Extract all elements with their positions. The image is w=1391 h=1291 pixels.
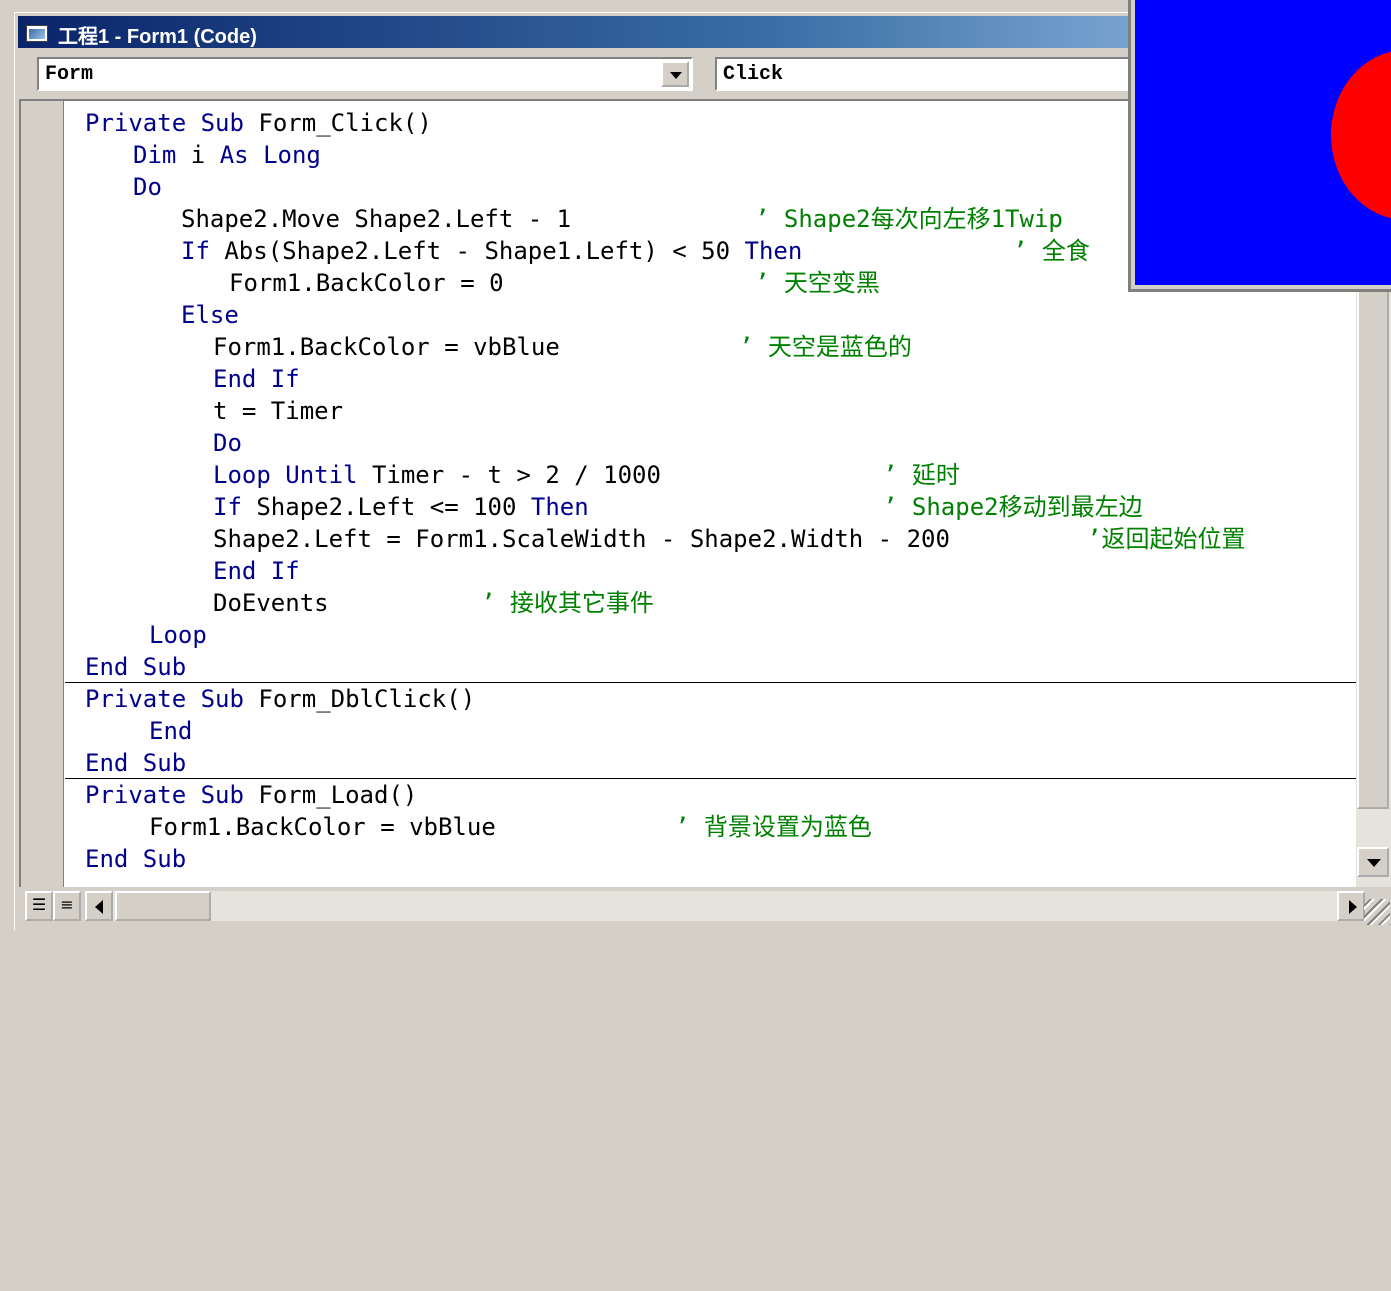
keyword: End Sub bbox=[85, 749, 187, 777]
keyword: Do bbox=[213, 429, 242, 457]
window-title: 工程1 - Form1 (Code) bbox=[58, 26, 257, 48]
code-text-segment: Form_Load() bbox=[243, 781, 418, 809]
code-text-segment: Form1.BackColor = vbBlue bbox=[149, 813, 496, 841]
keyword: Else bbox=[181, 301, 239, 329]
code-line: Loop bbox=[149, 619, 207, 651]
code-line: Do bbox=[213, 427, 242, 459]
horizontal-scrollbar[interactable] bbox=[85, 891, 1365, 921]
code-line: End Sub bbox=[85, 843, 186, 875]
procedure-dropdown[interactable]: Click bbox=[715, 57, 1135, 91]
code-line: End Sub bbox=[85, 651, 186, 683]
code-text-segment: Shape2.Move Shape2.Left - 1 bbox=[181, 205, 572, 233]
keyword: Loop Until bbox=[213, 461, 358, 489]
code-text-segment: DoEvents bbox=[213, 589, 329, 617]
vb-form-icon[interactable] bbox=[26, 25, 48, 42]
code-line: DoEvents bbox=[213, 587, 329, 619]
code-line: If Shape2.Left <= 100 Then bbox=[213, 491, 589, 523]
scroll-left-arrow-icon[interactable] bbox=[85, 891, 113, 921]
red-sun-shape bbox=[1331, 50, 1391, 220]
keyword: End If bbox=[213, 557, 300, 585]
code-line: If Abs(Shape2.Left - Shape1.Left) < 50 T… bbox=[181, 235, 802, 267]
code-line: End Sub bbox=[85, 747, 186, 779]
keyword: If bbox=[181, 237, 210, 265]
code-line: End If bbox=[213, 363, 300, 395]
code-text-segment: Form_DblClick() bbox=[243, 685, 476, 713]
code-comment: ’返回起始位置 bbox=[1087, 525, 1246, 553]
keyword: If bbox=[213, 493, 242, 521]
code-text-segment: t = Timer bbox=[213, 397, 344, 425]
keyword: Private Sub bbox=[85, 685, 244, 713]
keyword: Private Sub bbox=[85, 781, 244, 809]
code-line: Form1.BackColor = vbBlue bbox=[213, 331, 560, 363]
code-comment: ’ Shape2移动到最左边 bbox=[883, 493, 1143, 521]
code-comment: ’ 天空变黑 bbox=[755, 269, 880, 297]
resize-grip-icon[interactable] bbox=[1364, 899, 1390, 925]
object-dropdown-value: Form bbox=[45, 63, 94, 86]
horizontal-scroll-thumb[interactable] bbox=[115, 891, 211, 921]
code-line: t = Timer bbox=[213, 395, 343, 427]
blue-sky-background bbox=[1135, 0, 1391, 285]
keyword: Dim bbox=[133, 141, 177, 169]
code-line: Else bbox=[181, 299, 239, 331]
code-text-segment: Form_Click() bbox=[243, 109, 432, 137]
code-line: Private Sub Form_DblClick() bbox=[85, 683, 475, 715]
code-comment: ’ 延时 bbox=[883, 461, 960, 489]
code-text-segment: Shape2.Left = Form1.ScaleWidth - Shape2.… bbox=[213, 525, 950, 553]
code-text-segment: Form1.BackColor = 0 bbox=[229, 269, 504, 297]
keyword: End If bbox=[213, 365, 300, 393]
code-line: End If bbox=[213, 555, 300, 587]
code-line: End bbox=[149, 715, 192, 747]
code-text-segment: Timer - t > 2 / 1000 bbox=[357, 461, 661, 489]
code-line: Form1.BackColor = vbBlue bbox=[149, 811, 496, 843]
scroll-down-arrow-icon[interactable] bbox=[1357, 847, 1389, 877]
procedure-separator bbox=[65, 778, 1364, 779]
keyword: Do bbox=[133, 173, 162, 201]
code-line: Shape2.Left = Form1.ScaleWidth - Shape2.… bbox=[213, 523, 950, 555]
keyword: As Long bbox=[219, 141, 321, 169]
code-line: Do bbox=[133, 171, 162, 203]
code-comment: ’ 背景设置为蓝色 bbox=[675, 813, 872, 841]
code-text-segment: i bbox=[176, 141, 220, 169]
bottom-bar: ☰ ≡ bbox=[19, 889, 1391, 927]
code-text-segment: Shape2.Left <= 100 bbox=[241, 493, 531, 521]
procedure-separator bbox=[65, 682, 1364, 683]
chevron-down-icon[interactable] bbox=[661, 61, 689, 87]
keyword: End bbox=[149, 717, 193, 745]
full-module-view-icon[interactable]: ≡ bbox=[53, 891, 81, 921]
keyword: End Sub bbox=[85, 653, 187, 681]
procedure-dropdown-value: Click bbox=[723, 63, 784, 86]
keyword: End Sub bbox=[85, 845, 187, 873]
code-line: Private Sub Form_Click() bbox=[85, 107, 432, 139]
keyword: Then bbox=[530, 493, 589, 521]
procedure-view-icon[interactable]: ☰ bbox=[25, 891, 53, 921]
code-text-segment: Abs(Shape2.Left - Shape1.Left) < 50 bbox=[209, 237, 745, 265]
code-text-segment: Form1.BackColor = vbBlue bbox=[213, 333, 560, 361]
code-comment: ’ 天空是蓝色的 bbox=[739, 333, 912, 361]
code-comment: ’ 全食 bbox=[1013, 237, 1090, 265]
keyword: Loop bbox=[149, 621, 207, 649]
code-line: Loop Until Timer - t > 2 / 1000 bbox=[213, 459, 661, 491]
code-line: Dim i As Long bbox=[133, 139, 321, 171]
keyword: Then bbox=[744, 237, 803, 265]
code-comment: ’ Shape2每次向左移1Twip bbox=[755, 205, 1063, 233]
code-line: Shape2.Move Shape2.Left - 1 bbox=[181, 203, 571, 235]
object-dropdown[interactable]: Form bbox=[37, 57, 693, 91]
code-line: Form1.BackColor = 0 bbox=[229, 267, 504, 299]
code-line: Private Sub Form_Load() bbox=[85, 779, 417, 811]
running-form-preview bbox=[1128, 0, 1391, 292]
keyword: Private Sub bbox=[85, 109, 244, 137]
code-comment: ’ 接收其它事件 bbox=[481, 589, 654, 617]
scroll-right-arrow-icon[interactable] bbox=[1337, 891, 1365, 921]
